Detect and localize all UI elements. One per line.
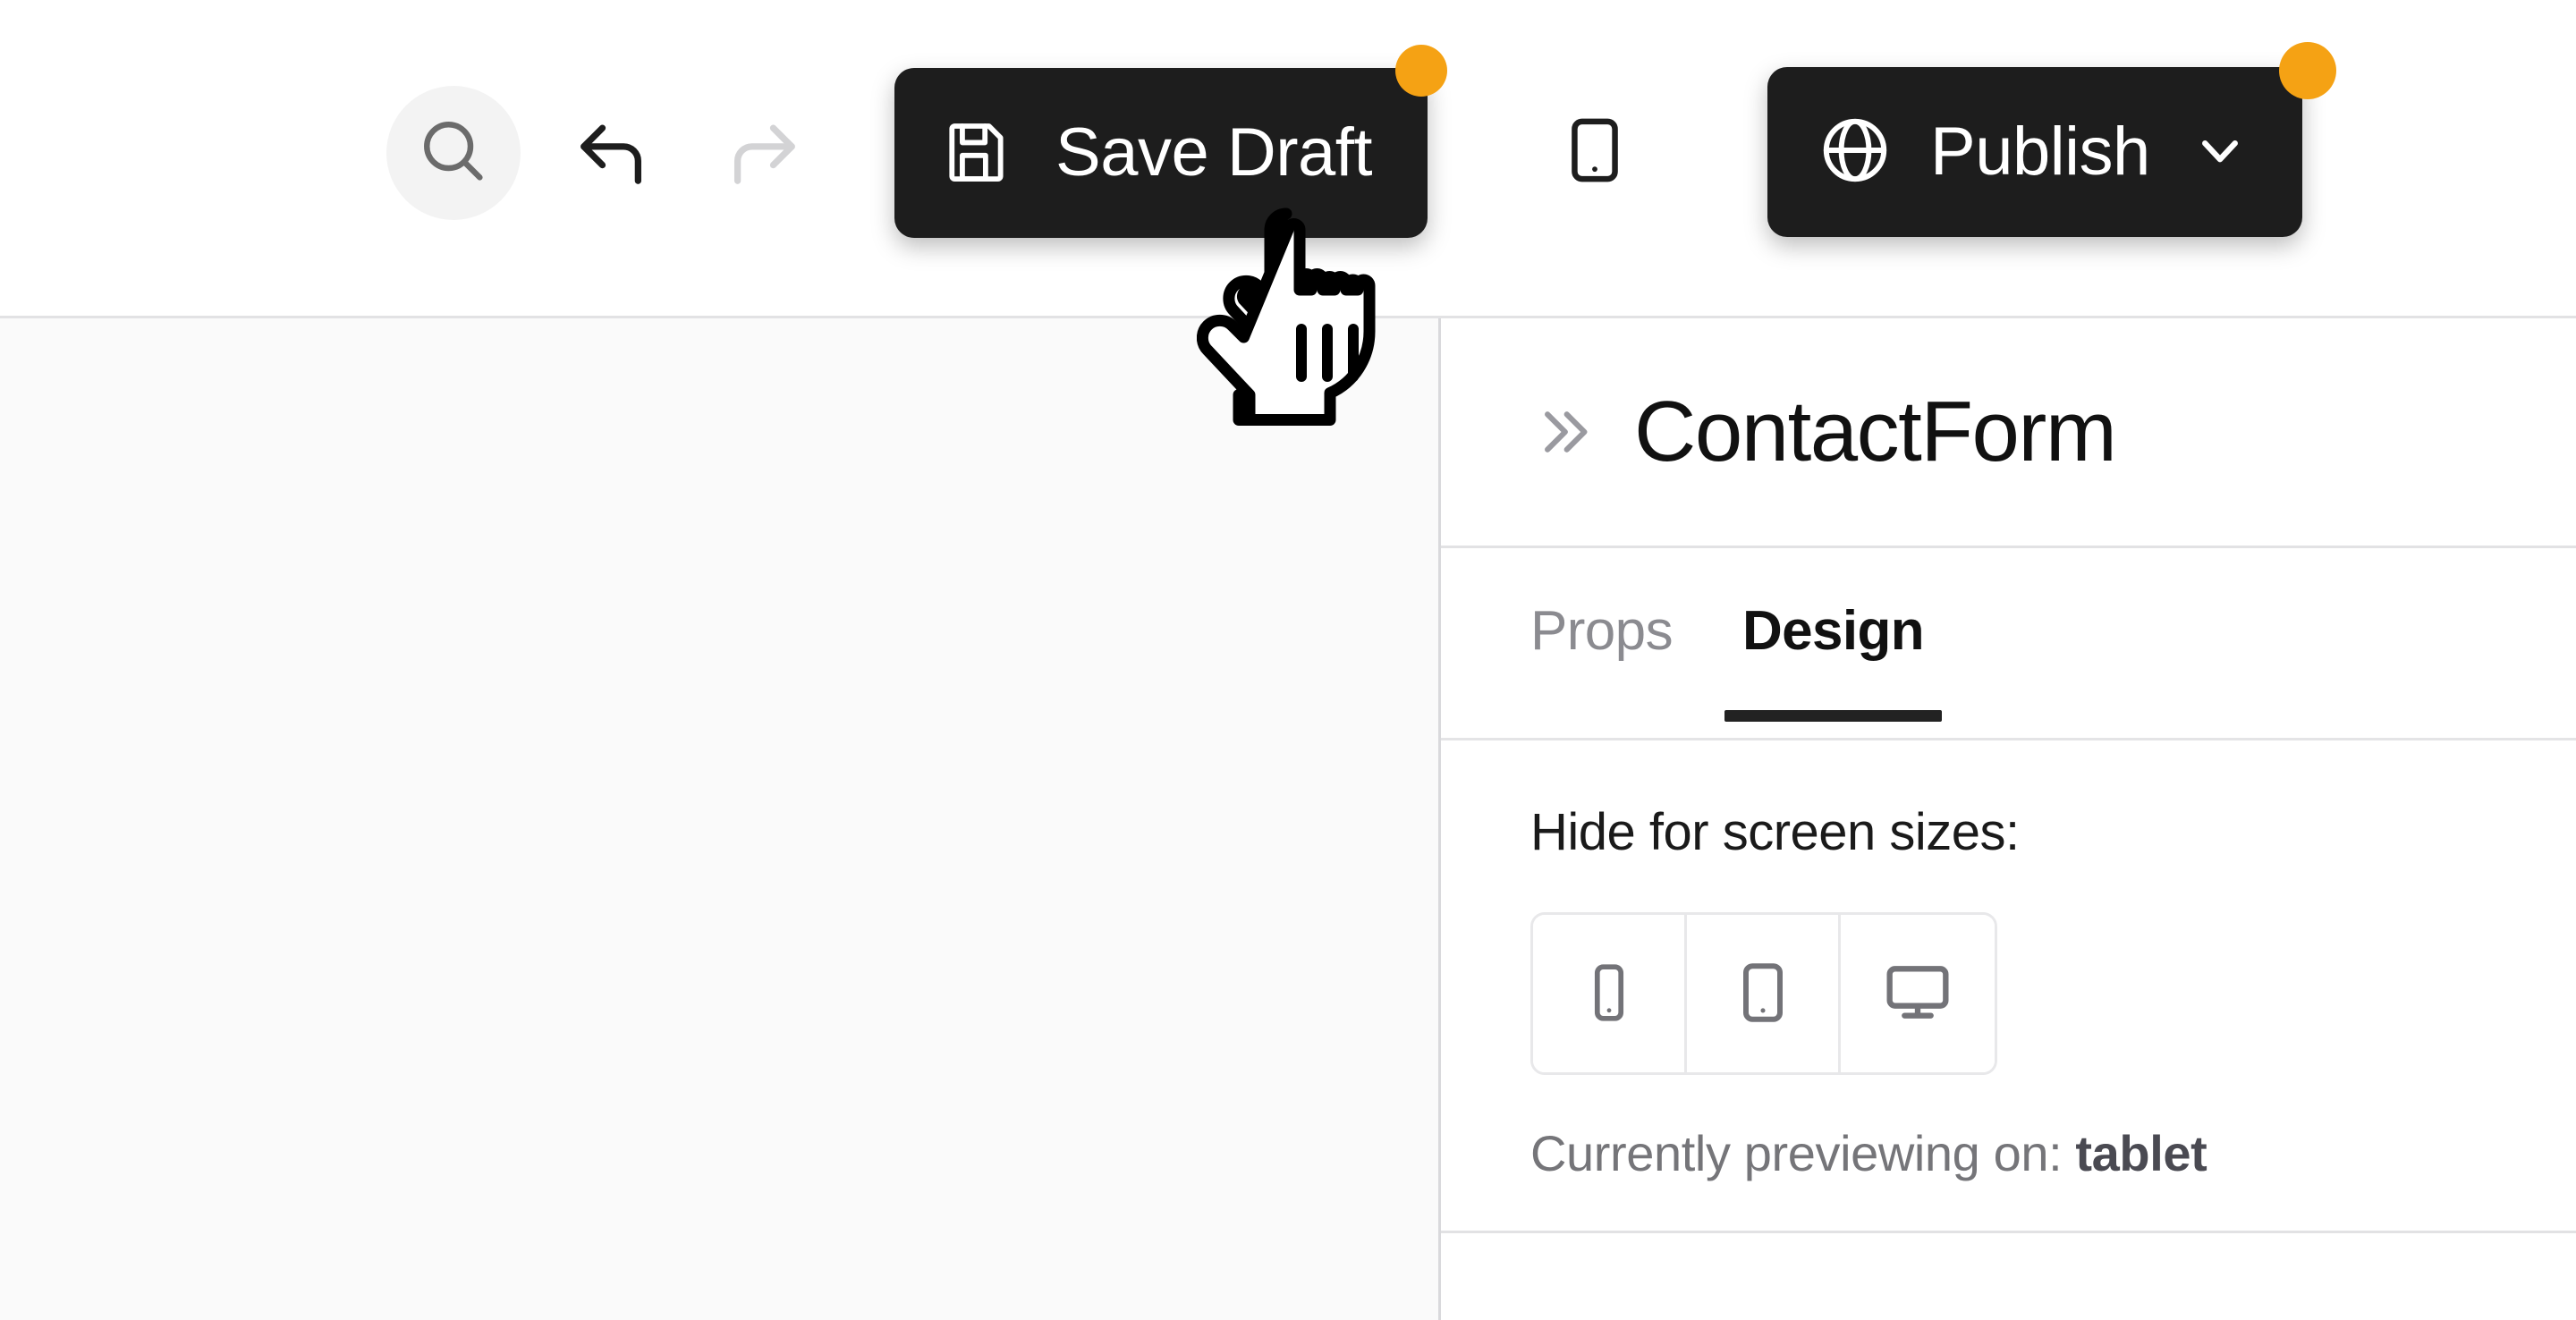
publish-button[interactable]: Publish [1767, 41, 2336, 237]
device-toggle-desktop[interactable] [1841, 915, 1995, 1072]
device-toggle-tablet[interactable] [1687, 915, 1841, 1072]
save-draft-button[interactable]: Save Draft [894, 44, 1448, 238]
redo-arrow-icon [722, 111, 804, 196]
inspector-panel: ContactForm Props Design Hide for screen… [1438, 318, 2576, 1320]
inspector-header: ContactForm [1441, 318, 2576, 548]
tab-design[interactable]: Design [1724, 604, 1943, 722]
device-visibility-toggle-group [1530, 912, 1997, 1075]
double-chevron-right-icon[interactable] [1530, 399, 1597, 465]
preview-status-prefix: Currently previewing on: [1530, 1125, 2063, 1181]
monitor-icon [1882, 957, 1953, 1031]
search-icon [415, 113, 492, 192]
editor-canvas[interactable] [0, 318, 1438, 1320]
search-button[interactable] [386, 85, 521, 220]
inspector-tabs: Props Design [1441, 548, 2576, 740]
preview-status-device: tablet [2075, 1125, 2207, 1181]
redo-button[interactable] [705, 96, 821, 212]
tablet-icon [1729, 959, 1797, 1029]
tablet-icon [1558, 114, 1631, 190]
save-floppy-icon [941, 114, 1014, 190]
preview-status: Currently previewing on: tablet [1530, 1129, 2576, 1179]
chevron-down-icon[interactable] [2188, 118, 2252, 185]
device-preview-button[interactable] [1528, 85, 1662, 219]
globe-icon [1818, 113, 1893, 190]
inspector-remaining-area [1441, 1233, 2576, 1320]
publish-label: Publish [1930, 113, 2150, 190]
unsaved-changes-dot [1395, 44, 1448, 97]
tab-props[interactable]: Props [1530, 604, 1674, 722]
undo-arrow-icon [572, 111, 654, 196]
hide-for-screen-sizes-section: Hide for screen sizes: Currently preview… [1441, 740, 2576, 1233]
top-toolbar: Save Draft Publish [0, 0, 2576, 318]
pending-publish-dot [2278, 41, 2336, 99]
device-toggle-mobile[interactable] [1533, 915, 1687, 1072]
hide-for-screen-sizes-label: Hide for screen sizes: [1530, 803, 2020, 861]
page-title: ContactForm [1634, 384, 2117, 479]
app-root: Save Draft Publish ContactForm Props Des… [0, 0, 2576, 1320]
smartphone-icon [1577, 960, 1641, 1028]
save-draft-label: Save Draft [1055, 114, 1373, 190]
undo-button[interactable] [555, 96, 671, 212]
